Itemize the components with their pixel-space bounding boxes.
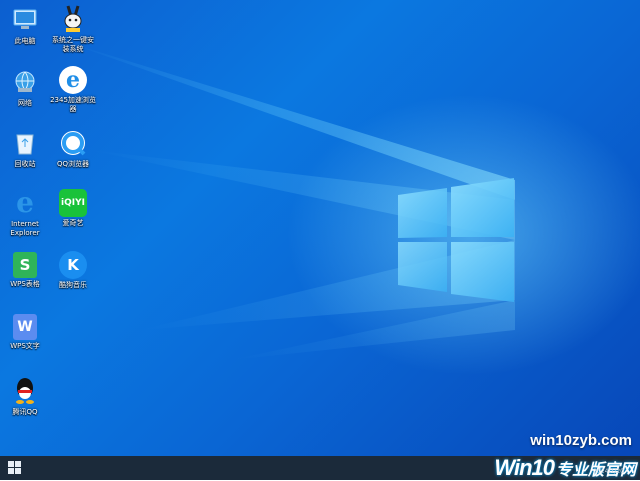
desktop-icon-label: 此电脑 xyxy=(14,37,36,45)
desktop-icon-installer[interactable]: 系统之一键安装系统 xyxy=(50,4,96,54)
taskbar: Win10 专业版官网 2024/1/20 xyxy=(0,455,640,480)
desktop-icon-label: 网络 xyxy=(18,99,32,107)
browser-2345-icon: e xyxy=(59,66,87,94)
qq-browser-icon xyxy=(58,128,88,158)
desktop-icon-label: QQ浏览器 xyxy=(56,160,90,168)
clock[interactable]: 2024/1/20 xyxy=(593,468,624,475)
desktop-icon-qq-browser[interactable]: QQ浏览器 xyxy=(50,128,96,169)
computer-icon xyxy=(10,5,40,35)
desktop-icon-label: 爱奇艺 xyxy=(62,219,84,227)
windows-logo xyxy=(398,178,514,302)
desktop-icon-label: 酷狗音乐 xyxy=(59,281,87,289)
desktop-icon-internet-explorer[interactable]: e Internet Explorer xyxy=(2,188,48,238)
recycle-bin-icon xyxy=(10,128,40,158)
desktop-icon-kugou[interactable]: K 酷狗音乐 xyxy=(50,251,96,290)
desktop[interactable]: 此电脑 网络 回收站 e Internet Explorer S WPS表格 W… xyxy=(0,0,640,456)
desktop-icon-tencent-qq[interactable]: 腾讯QQ xyxy=(2,376,48,417)
kugou-music-icon: K xyxy=(59,251,87,279)
brand-title: Win10 xyxy=(494,455,555,480)
windows-hero-wallpaper xyxy=(60,40,515,360)
start-button[interactable] xyxy=(8,461,22,475)
desktop-icon-label: 系统之一键安装系统 xyxy=(52,36,94,53)
desktop-icon-iqiyi[interactable]: iQIYI 爱奇艺 xyxy=(50,189,96,228)
desktop-icon-label: 2345加速浏览器 xyxy=(50,96,96,113)
desktop-icon-wps-writer[interactable]: W WPS文字 xyxy=(2,314,48,351)
watermark-site: win10zyb.com xyxy=(530,432,632,449)
wps-spreadsheet-icon: S xyxy=(13,252,37,278)
windows-logo-icon xyxy=(8,461,14,467)
desktop-icon-recycle-bin[interactable]: 回收站 xyxy=(2,128,48,169)
desktop-icon-label: 腾讯QQ xyxy=(12,408,38,416)
desktop-icon-label: WPS表格 xyxy=(10,280,40,288)
desktop-icon-network[interactable]: 网络 xyxy=(2,67,48,108)
iqiyi-icon: iQIYI xyxy=(59,189,87,217)
wps-writer-icon: W xyxy=(13,314,37,340)
desktop-icon-this-pc[interactable]: 此电脑 xyxy=(2,5,48,46)
desktop-icon-label: WPS文字 xyxy=(10,342,40,350)
internet-explorer-icon: e xyxy=(16,186,34,219)
desktop-icon-2345-browser[interactable]: e 2345加速浏览器 xyxy=(50,66,96,114)
network-globe-icon xyxy=(10,67,40,97)
desktop-icon-wps-spreadsheet[interactable]: S WPS表格 xyxy=(2,252,48,289)
tencent-qq-icon xyxy=(10,376,40,406)
desktop-icon-label: 回收站 xyxy=(14,160,36,168)
rabbit-installer-icon xyxy=(58,4,88,34)
desktop-icon-label: Internet Explorer xyxy=(10,220,40,237)
